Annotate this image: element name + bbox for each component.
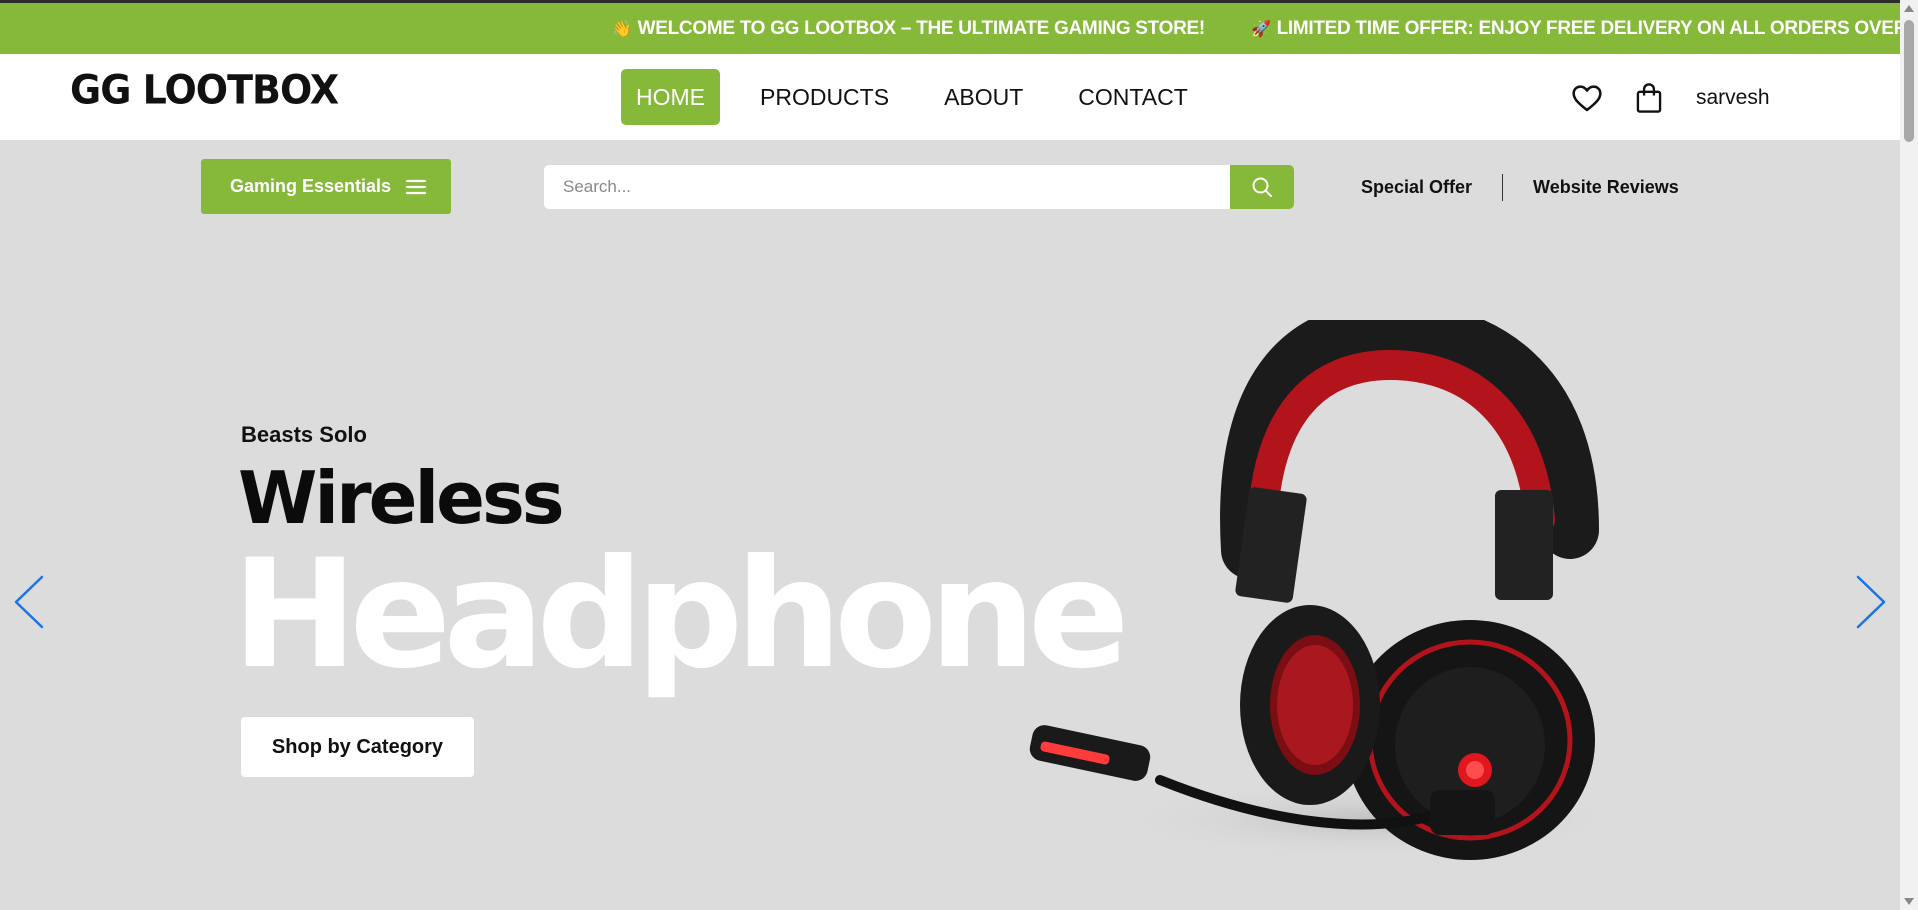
header-actions: sarvesh xyxy=(1568,80,1770,116)
announcement-offer: 🚀 LIMITED TIME OFFER: ENJOY FREE DELIVER… xyxy=(1251,17,1900,40)
waving-hand-icon: 👋 xyxy=(612,20,632,38)
nav-about[interactable]: ABOUT xyxy=(929,69,1038,125)
page-scrollbar[interactable] xyxy=(1900,0,1918,910)
menu-icon xyxy=(405,179,427,194)
carousel-next-arrow[interactable] xyxy=(1852,574,1888,630)
secondary-links: Special Offer Website Reviews xyxy=(1361,170,1679,204)
scroll-up-arrow[interactable] xyxy=(1900,0,1918,17)
link-divider xyxy=(1502,173,1504,201)
search-input[interactable] xyxy=(544,165,1230,209)
site-logo[interactable]: GG LOOTBOX xyxy=(70,67,339,113)
gaming-essentials-label: Gaming Essentials xyxy=(230,176,392,196)
announcement-offer-text: LIMITED TIME OFFER: ENJOY FREE DELIVERY … xyxy=(1276,18,1900,39)
shopping-bag-icon[interactable] xyxy=(1630,80,1668,116)
page: 👋 WELCOME TO GG LOOTBOX – THE ULTIMATE G… xyxy=(0,0,1918,910)
search-icon xyxy=(1252,177,1272,197)
search-bar xyxy=(544,165,1294,209)
chevron-right-icon xyxy=(1856,575,1886,629)
hero-subtitle: Beasts Solo xyxy=(241,422,367,447)
rocket-icon: 🚀 xyxy=(1250,20,1271,38)
gaming-essentials-button[interactable]: Gaming Essentials xyxy=(201,159,451,214)
nav-home[interactable]: HOME xyxy=(621,69,720,125)
scroll-thumb[interactable] xyxy=(1904,20,1914,142)
announcement-bar: 👋 WELCOME TO GG LOOTBOX – THE ULTIMATE G… xyxy=(0,3,1900,54)
main-nav: HOME PRODUCTS ABOUT CONTACT xyxy=(621,69,1228,125)
chevron-left-icon xyxy=(14,575,44,629)
search-button[interactable] xyxy=(1230,165,1294,209)
announcement-welcome-text: WELCOME TO GG LOOTBOX – THE ULTIMATE GAM… xyxy=(637,17,1206,39)
shop-by-category-button[interactable]: Shop by Category xyxy=(241,717,474,777)
special-offer-link[interactable]: Special Offer xyxy=(1361,177,1472,198)
nav-contact[interactable]: CONTACT xyxy=(1063,69,1202,125)
announcement-welcome: 👋 WELCOME TO GG LOOTBOX – THE ULTIMATE G… xyxy=(612,18,1205,40)
user-account-name[interactable]: sarvesh xyxy=(1696,86,1770,110)
scroll-down-arrow[interactable] xyxy=(1900,893,1918,910)
site-header: GG LOOTBOX HOME PRODUCTS ABOUT CONTACT s… xyxy=(0,54,1900,140)
heart-icon[interactable] xyxy=(1568,80,1606,116)
website-reviews-link[interactable]: Website Reviews xyxy=(1533,177,1679,198)
carousel-prev-arrow[interactable] xyxy=(12,574,48,630)
announcement-track: 👋 WELCOME TO GG LOOTBOX – THE ULTIMATE G… xyxy=(612,3,1900,54)
gaming-headset-image xyxy=(1029,320,1630,860)
nav-products[interactable]: PRODUCTS xyxy=(745,69,904,125)
hero-big-title: Headphone xyxy=(232,528,1130,702)
